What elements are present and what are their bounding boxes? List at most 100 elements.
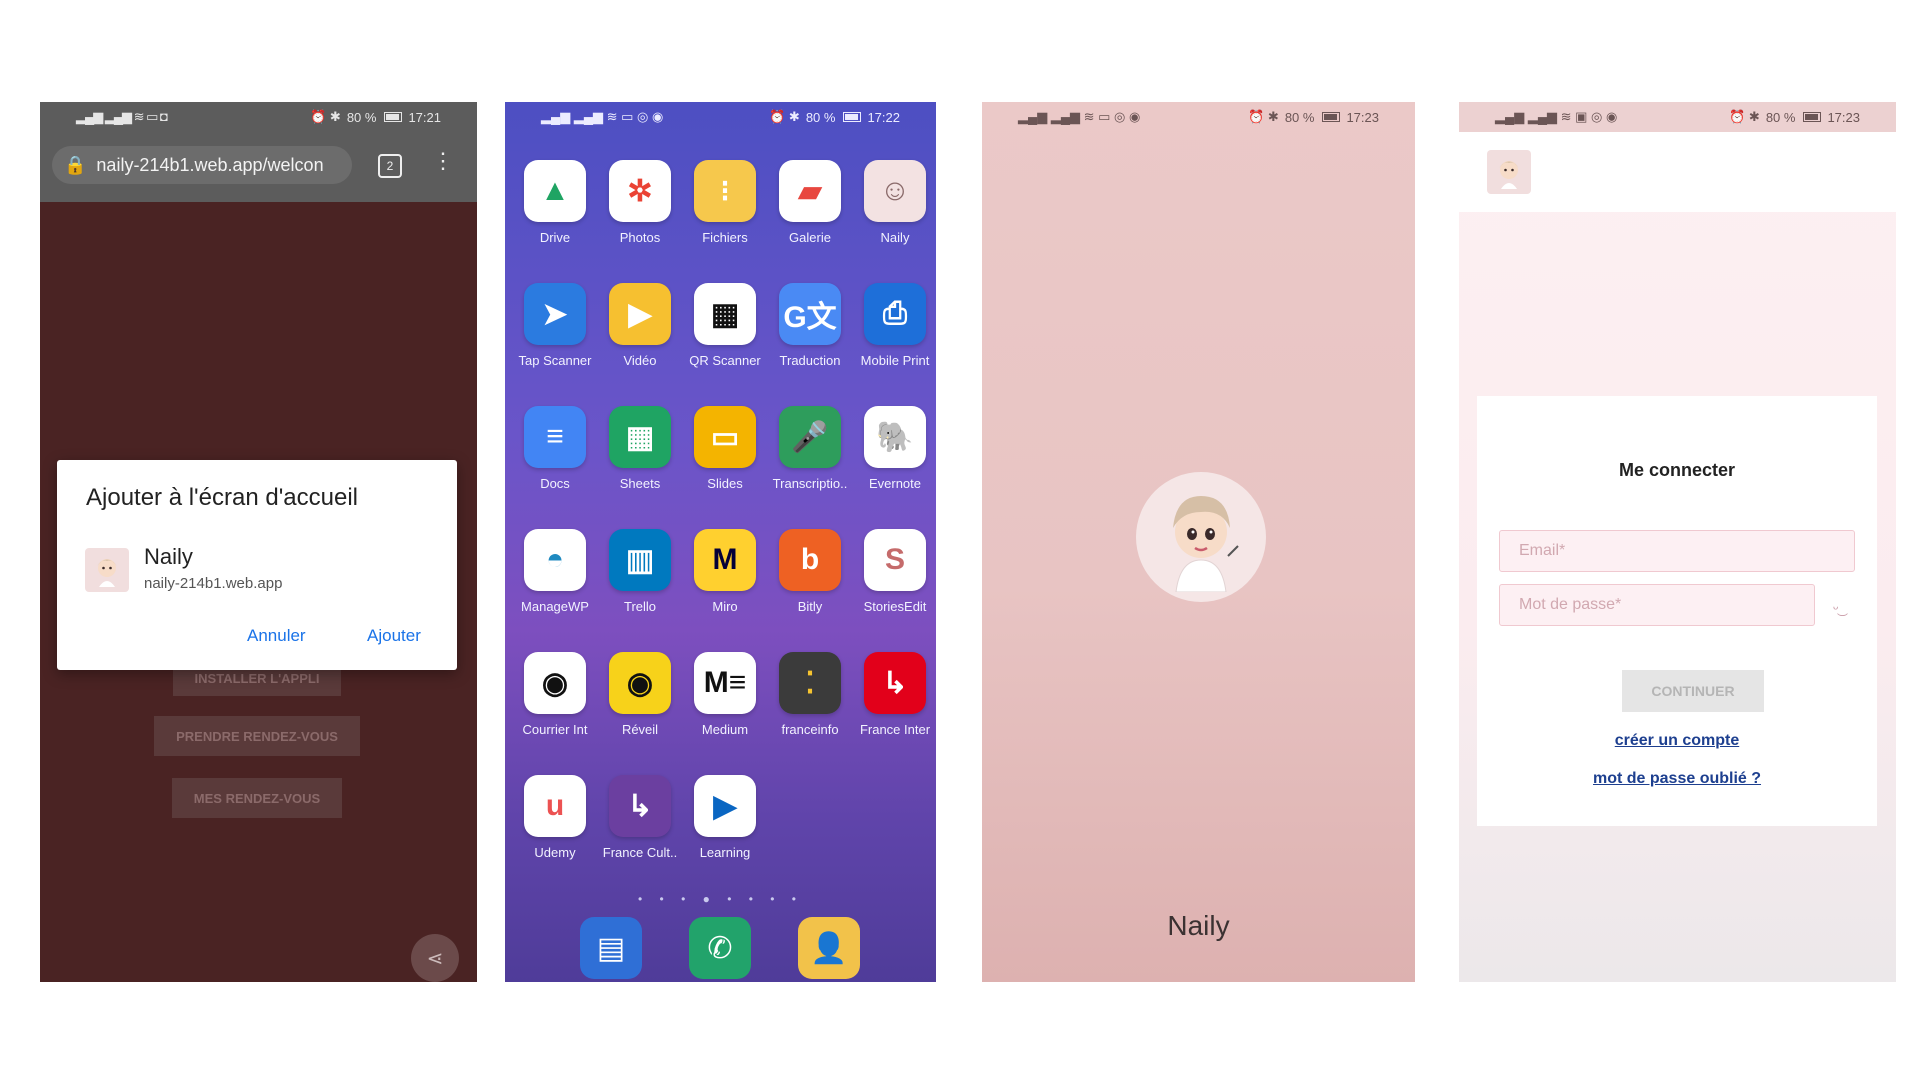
app-sheets[interactable]: ▦ Sheets [598,406,682,491]
app-photos[interactable]: ✲ Photos [598,160,682,245]
cancel-button[interactable]: Annuler [247,626,306,646]
app-label: Transcriptio.. [772,476,848,491]
udemy-icon: u [524,775,586,837]
status-bar: ▂▄▆ ▂▄▆ ≋ ▣ ◎ ◉ ⏰ ✱ 80 % 17:23 [1459,102,1896,132]
signal-icon: ▂▄▆ ▂▄▆ ≋ ▭ ◘ [76,109,168,124]
tap-scanner-icon: ➤ [524,283,586,345]
app-franceinfo[interactable]: ⁚ franceinfo [768,652,852,737]
splash-app-name: Naily [1167,910,1230,941]
dialog-app-name: Naily [144,544,193,569]
app-label: QR Scanner [689,353,761,368]
app-label: Photos [619,230,661,245]
continue-button[interactable]: CONTINUER [1622,670,1764,712]
slides-icon: ▭ [694,406,756,468]
app-label: Medium [701,722,749,737]
app-reveil[interactable]: ◉ Réveil [598,652,682,737]
learning-icon: ▶ [694,775,756,837]
forgot-password-link[interactable]: mot de passe oublié ? [1477,770,1877,788]
app-bitly[interactable]: b Bitly [768,529,852,614]
video-icon: ▶ [609,283,671,345]
miro-icon: M [694,529,756,591]
app-managewp[interactable]: ◓ ManageWP [513,529,597,614]
managewp-icon: ◓ [524,529,586,591]
bitly-icon: b [779,529,841,591]
dialog-app-url: naily-214b1.web.app [144,575,283,592]
app-label: Sheets [619,476,661,491]
app-medium[interactable]: M≡ Medium [683,652,767,737]
contacts-icon[interactable]: 👤 [798,917,860,979]
app-france-culture[interactable]: ↳ France Cult.. [598,775,682,860]
app-label: franceinfo [781,722,839,737]
battery-percent: 80 % [1765,109,1796,125]
app-courrier-int[interactable]: ◉ Courrier Int [513,652,597,737]
share-icon[interactable]: ⋖ [411,934,459,982]
app-label: Naily [880,230,910,245]
book-appointment-button[interactable]: PRENDRE RENDEZ-VOUS [154,716,360,756]
app-tap-scanner[interactable]: ➤ Tap Scanner [513,283,597,368]
app-drive[interactable]: ▲ Drive [513,160,597,245]
app-learning[interactable]: ▶ Learning [683,775,767,860]
app-france-inter[interactable]: ↳ France Inter [853,652,936,737]
app-label: Courrier Int [522,722,588,737]
my-appointments-button[interactable]: MES RENDEZ-VOUS [172,778,342,818]
overflow-menu-icon[interactable]: ⋮ [432,150,454,172]
alarm-icon: ⏰ ✱ [769,109,800,124]
add-button[interactable]: Ajouter [367,626,421,646]
lock-icon: 🔒 [64,154,87,175]
address-text: naily-214b1.web.app/welcon [96,154,324,175]
app-transcription[interactable]: 🎤 Transcriptio.. [768,406,852,491]
battery-percent: 80 % [805,109,836,125]
app-mobile-print[interactable]: ⎙ Mobile Print [853,283,936,368]
app-label: Mobile Print [860,353,930,368]
signal-icon: ▂▄▆ ▂▄▆ ≋ ▭ ◎ ◉ [541,109,664,124]
create-account-link[interactable]: créer un compte [1477,732,1877,750]
app-label: Slides [707,476,743,491]
app-miro[interactable]: M Miro [683,529,767,614]
password-field[interactable]: Mot de passe* [1499,584,1815,626]
app-label: France Cult.. [602,845,678,860]
app-translate[interactable]: G文 Traduction [768,283,852,368]
app-files[interactable]: ⁝ Fichiers [683,160,767,245]
app-storiesedit[interactable]: S StoriesEdit [853,529,936,614]
app-label: Drive [539,230,571,245]
clock: 17:23 [1346,109,1379,125]
status-bar: ▂▄▆ ▂▄▆ ≋ ▭ ◎ ◉ ⏰ ✱ 80 % 17:22 [505,102,936,132]
clock: 17:22 [867,109,900,125]
france-culture-icon: ↳ [609,775,671,837]
address-bar[interactable]: 🔒 naily-214b1.web.app/welcon [52,146,352,184]
photos-icon: ✲ [609,160,671,222]
app-udemy[interactable]: u Udemy [513,775,597,860]
app-naily-app[interactable]: ☺ Naily [853,160,936,245]
app-label: France Inter [859,722,931,737]
app-label: Fichiers [702,230,748,245]
tab-switcher-button[interactable]: 2 [378,154,402,178]
battery-percent: 80 % [346,109,377,125]
battery-icon [843,112,862,122]
email-field[interactable]: Email* [1499,530,1855,572]
phone-icon[interactable]: ✆ [689,917,751,979]
browser-toolbar: 🔒 naily-214b1.web.app/welcon 2 ⋮ [40,132,477,202]
naily-logo-icon[interactable] [1487,150,1531,194]
app-qr-scanner[interactable]: ▦ QR Scanner [683,283,767,368]
app-label: Réveil [621,722,659,737]
app-evernote[interactable]: 🐘 Evernote [853,406,936,491]
app-video[interactable]: ▶ Vidéo [598,283,682,368]
naily-app-icon [85,548,129,592]
page-indicator: • • • ● • • • • [638,892,803,906]
courrier-int-icon: ◉ [524,652,586,714]
status-bar: ▂▄▆ ▂▄▆ ≋ ▭ ◎ ◉ ⏰ ✱ 80 % 17:23 [982,102,1415,132]
add-to-home-dialog: Ajouter à l'écran d'accueil Naily naily-… [57,460,457,670]
storiesedit-icon: S [864,529,926,591]
gallery-icon: ▰ [779,160,841,222]
show-password-icon[interactable]: ᵕ͜ [1833,600,1838,616]
files-icon: ⁝ [694,160,756,222]
app-gallery[interactable]: ▰ Galerie [768,160,852,245]
battery-icon [1322,112,1341,122]
phone-splash-screen: ▂▄▆ ▂▄▆ ≋ ▭ ◎ ◉ ⏰ ✱ 80 % 17:23 Naily [982,102,1415,982]
clock: 17:21 [408,109,441,125]
app-trello[interactable]: ▥ Trello [598,529,682,614]
trello-icon: ▥ [609,529,671,591]
app-docs[interactable]: ≡ Docs [513,406,597,491]
app-slides[interactable]: ▭ Slides [683,406,767,491]
messages-icon[interactable]: ▤ [580,917,642,979]
